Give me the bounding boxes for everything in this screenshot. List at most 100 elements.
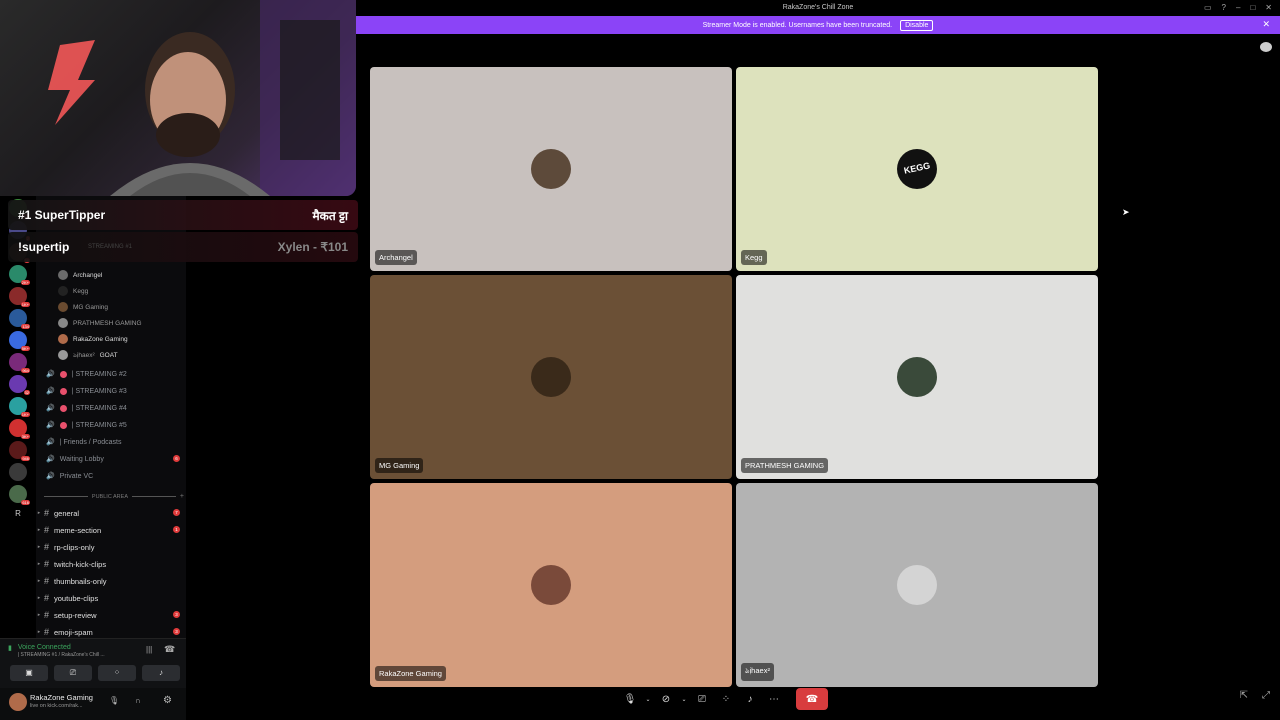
chevron-down-icon[interactable]: ⌄ [680,689,688,709]
server-icon[interactable]: 32 [9,375,30,395]
voice-member[interactable]: Archangel [58,268,102,282]
live-indicator [59,421,67,429]
participant-tile[interactable]: Archangel [370,67,732,271]
noise-suppression-icon[interactable]: ||| [146,645,152,654]
voice-channel[interactable]: 🔊 | Friends / Podcasts [46,435,186,449]
voice-channel[interactable]: 🔊 | STREAMING #5 [46,418,186,432]
disconnect-icon[interactable]: ☎ [164,644,175,655]
window-controls: ▭ ? – □ ✕ [1204,3,1272,12]
soundboard-button[interactable]: ♪ [142,665,180,681]
text-channel[interactable]: ▸ # setup-review 3 [36,608,186,622]
server-icon[interactable]: 946 [9,441,30,461]
chevron-down-icon[interactable]: ⌄ [644,689,652,709]
help-icon[interactable]: ? [1222,3,1226,12]
user-status: live on kick.com/rak... [30,703,83,709]
section-header[interactable]: PUBLIC AREA + [44,493,184,500]
text-channel-name: general [54,508,80,518]
screenshare-icon[interactable]: ⎚ [692,689,712,709]
voice-channel[interactable]: 🔊 Waiting Lobby 6 [46,452,186,466]
unread-badge: 3 [173,628,180,635]
member-name: Kegg [73,287,89,295]
voice-channel[interactable]: 🔊 | STREAMING #4 [46,401,186,415]
chat-icon[interactable] [1260,42,1272,52]
camera-button[interactable]: ▣ [10,665,48,681]
screenshare-button[interactable]: ⎚ [54,665,92,681]
hash-icon: # [44,559,50,569]
server-icon[interactable]: 3K+ [9,419,30,439]
server-icon[interactable]: 1K+ [9,397,30,417]
server-icon[interactable]: 5K+ [9,331,30,351]
text-channel[interactable]: ▸ # thumbnails-only [36,574,186,588]
text-channel[interactable]: ▸ # meme-section 1 [36,523,186,537]
camera-off-icon[interactable]: ⊘ [656,689,676,709]
unread-badge: 7 [173,509,180,516]
server-icon[interactable]: 2K+ [9,265,30,285]
activities-button[interactable]: ⁘ [98,665,136,681]
voice-channel-name: | STREAMING #2 [71,370,127,378]
voice-channel-name: | STREAMING #4 [71,404,127,412]
participant-tile[interactable]: RakaZone Gaming [370,483,732,687]
server-badge: 964 [21,368,30,373]
server-icon[interactable]: 964 [9,353,30,373]
participant-tile[interactable]: KEGG Kegg [736,67,1098,271]
avatar[interactable] [9,693,27,711]
text-channel[interactable]: ▸ # twitch-kick-clips [36,557,186,571]
activities-icon[interactable]: ⁘ [716,689,736,709]
window-title: RakaZone's Chill Zone [782,4,854,11]
voice-channel[interactable]: 🔊 | STREAMING #2 [46,367,186,381]
participant-tile[interactable]: PRATHMESH GAMING [736,275,1098,479]
text-channel[interactable]: ▸ # emoji-spam 3 [36,625,186,639]
streamer-mode-banner: Streamer Mode is enabled. Usernames have… [356,16,1280,34]
end-call-button[interactable]: ☎ [796,688,828,710]
server-icon[interactable] [9,463,27,481]
participant-avatar: KEGG [897,149,937,189]
settings-gear-icon[interactable]: ⚙ [163,695,172,706]
speaker-icon: 🔊 [46,439,55,446]
close-icon[interactable]: ✕ [1262,19,1270,30]
text-channel[interactable]: ▸ # youtube-clips [36,591,186,605]
server-icon[interactable]: 134 [9,309,30,329]
voice-channel[interactable]: 🔊 Private VC [46,469,186,483]
streamer-webcam [0,0,356,196]
voice-member[interactable]: RakaZone Gaming [58,332,128,346]
server-badge: 134 [21,324,30,329]
server-icon[interactable]: 1K+ [9,287,30,307]
title-bar: RakaZone's Chill Zone ▭ ? – □ ✕ [356,0,1280,16]
disable-streamer-mode-button[interactable]: Disable [900,19,934,31]
mute-microphone-icon[interactable]: 🎙 [620,689,640,709]
username: RakaZone Gaming [30,693,93,702]
microphone-icon[interactable]: 🎙 [109,696,119,705]
participant-tile[interactable]: ঌịhaex² [736,483,1098,687]
maximize-icon[interactable]: □ [1250,3,1255,12]
hash-icon: # [44,627,50,637]
server-letter[interactable]: R [0,509,36,518]
voice-channel[interactable]: 🔊 | STREAMING #3 [46,384,186,398]
signal-icon[interactable]: ▮ [8,644,12,652]
soundboard-icon[interactable]: ♪ [740,689,760,709]
speaker-icon: 🔊 [46,371,55,378]
popout-icon[interactable]: ⇱ [1240,690,1248,701]
voice-member[interactable]: ঌịhaex² GOAT [58,348,118,362]
voice-member[interactable]: Kegg [58,284,88,298]
participant-tile[interactable]: MG Gaming [370,275,732,479]
hash-icon: # [44,542,50,552]
server-icon[interactable]: 616 [9,485,30,505]
inbox-icon[interactable]: ▭ [1204,3,1212,12]
headphones-icon[interactable]: ∩ [135,696,141,705]
fullscreen-icon[interactable]: ⤢ [1262,690,1270,701]
voice-connected-title: Voice Connected [17,644,71,651]
text-channel[interactable]: ▸ # general 7 [36,506,186,520]
participant-avatar [897,565,937,605]
mouse-cursor-icon: ➤ [1122,207,1130,217]
text-channel[interactable]: ▸ # rp-clips-only [36,540,186,554]
voice-member[interactable]: MG Gaming [58,300,108,314]
banner-text: Streamer Mode is enabled. Usernames have… [702,21,893,29]
minimize-icon[interactable]: – [1236,3,1240,12]
close-window-icon[interactable]: ✕ [1265,3,1272,12]
chevron-right-icon: ▸ [37,510,41,516]
more-options-icon[interactable]: ⋯ [764,689,784,709]
hash-icon: # [44,576,50,586]
chevron-right-icon: ▸ [37,629,41,635]
voice-member[interactable]: PRATHMESH GAMING [58,316,142,330]
voice-connected-subtitle[interactable]: | STREAMING #1 / RakaZone's Chill ... [18,652,105,658]
